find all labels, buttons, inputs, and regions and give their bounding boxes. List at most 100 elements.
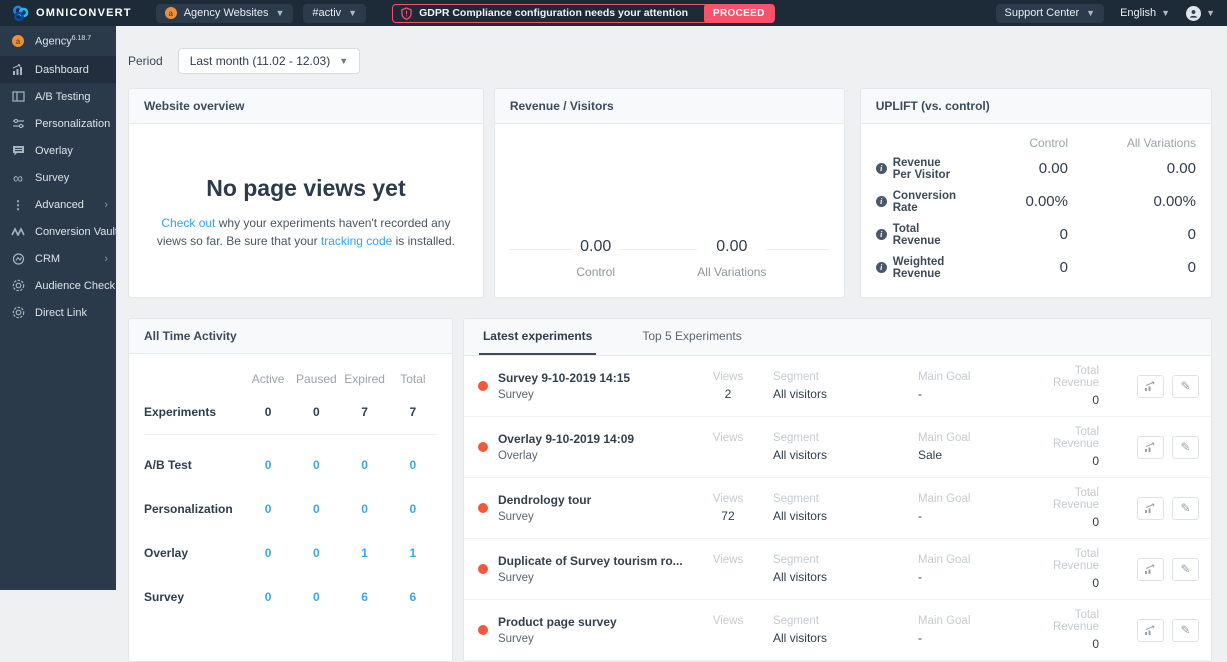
sidebar-item-dashboard[interactable]: Dashboard xyxy=(0,56,116,83)
card-title: UPLIFT (vs. control) xyxy=(861,89,1211,124)
uplift-row: iWeighted Revenue 0 0 xyxy=(876,251,1196,284)
period-select[interactable]: Last month (11.02 - 12.03) ▼ xyxy=(178,48,360,74)
views-value: 72 xyxy=(683,509,773,523)
dashboard-icon xyxy=(10,64,26,76)
views-value xyxy=(683,448,773,462)
info-icon[interactable]: i xyxy=(876,163,887,174)
stats-button[interactable] xyxy=(1137,375,1164,398)
uplift-card: UPLIFT (vs. control) Control All Variati… xyxy=(860,88,1212,298)
sidebar-item-agency[interactable]: a Agency6.18.7 xyxy=(0,26,116,56)
support-center-label: Support Center xyxy=(1005,7,1080,19)
period-row: Period Last month (11.02 - 12.03) ▼ xyxy=(128,48,1212,74)
experiment-title: Duplicate of Survey tourism ro... xyxy=(498,554,683,568)
check-out-link[interactable]: Check out xyxy=(161,216,215,230)
all-time-activity-card: All Time Activity Active Paused Expired … xyxy=(128,318,453,662)
all-variations-label: All Variations xyxy=(697,265,766,279)
views-value: 2 xyxy=(683,387,773,401)
audience-check-icon xyxy=(10,279,26,292)
sidebar-item-label: CRM xyxy=(35,253,60,265)
control-value: 0.00 xyxy=(572,238,619,256)
views-value xyxy=(683,631,773,645)
language-selector[interactable]: English ▼ xyxy=(1120,7,1170,19)
agency-icon: a xyxy=(10,35,26,47)
edit-button[interactable]: ✎ xyxy=(1172,558,1199,581)
tracking-code-link[interactable]: tracking code xyxy=(321,234,392,248)
col-total: Total xyxy=(389,372,437,386)
sidebar-item-conversion-vault[interactable]: Conversion Vault xyxy=(0,218,116,245)
goal-selector-label: #activ xyxy=(312,7,341,19)
chevron-right-icon: › xyxy=(104,253,108,265)
user-menu[interactable]: ▼ xyxy=(1186,6,1215,21)
main-goal-value: Sale xyxy=(918,448,1053,462)
empty-state-title: No page views yet xyxy=(206,175,405,202)
chevron-down-icon: ▼ xyxy=(339,57,348,66)
sidebar-item-label: Audience Check xyxy=(35,280,115,292)
shield-warning-icon xyxy=(401,7,412,20)
edit-button[interactable]: ✎ xyxy=(1172,436,1199,459)
experiment-row[interactable]: Duplicate of Survey tourism ro... Survey… xyxy=(464,539,1211,600)
sidebar-item-audience-check[interactable]: Audience Check xyxy=(0,272,116,299)
stats-button[interactable] xyxy=(1137,558,1164,581)
segment-value: All visitors xyxy=(773,387,918,401)
chart-icon xyxy=(1144,564,1157,575)
experiment-type: Survey xyxy=(498,633,683,645)
control-stat: 0.00 Control xyxy=(572,238,619,279)
stats-button[interactable] xyxy=(1137,497,1164,520)
main-goal-value: - xyxy=(918,631,1053,645)
brand-logo: OMNICONVERT xyxy=(12,5,132,22)
support-center-menu[interactable]: Support Center ▼ xyxy=(996,4,1105,23)
chevron-down-icon: ▼ xyxy=(1086,9,1095,18)
pencil-icon: ✎ xyxy=(1180,379,1190,393)
info-icon[interactable]: i xyxy=(876,196,887,207)
uplift-row: iConversion Rate 0.00% 0.00% xyxy=(876,185,1196,218)
edit-button[interactable]: ✎ xyxy=(1172,497,1199,520)
edit-button[interactable]: ✎ xyxy=(1172,619,1199,642)
sidebar-item-crm[interactable]: CRM › xyxy=(0,245,116,272)
experiments-card: Latest experiments Top 5 Experiments Sur… xyxy=(463,318,1212,662)
status-dot xyxy=(478,442,488,452)
experiment-row[interactable]: Overlay 9-10-2019 14:09 Overlay Views Se… xyxy=(464,417,1211,478)
chevron-down-icon: ▼ xyxy=(1161,9,1170,18)
stats-button[interactable] xyxy=(1137,619,1164,642)
experiment-type: Survey xyxy=(498,572,683,584)
card-title: Website overview xyxy=(129,89,483,124)
survey-icon: ∞ xyxy=(10,170,26,186)
uplift-col-control: Control xyxy=(956,136,1068,150)
proceed-button[interactable]: PROCEED xyxy=(704,4,774,23)
sidebar-item-survey[interactable]: ∞ Survey xyxy=(0,164,116,191)
overlay-icon xyxy=(10,145,26,157)
divider xyxy=(144,434,437,435)
sidebar-item-ab-testing[interactable]: A/B Testing xyxy=(0,83,116,110)
experiment-row[interactable]: Product page survey Survey Views Segment… xyxy=(464,600,1211,661)
total-revenue-value: 0 xyxy=(1053,454,1099,468)
edit-button[interactable]: ✎ xyxy=(1172,375,1199,398)
stats-button[interactable] xyxy=(1137,436,1164,459)
sidebar-item-label: Conversion Vault xyxy=(35,226,118,238)
sidebar-item-label: A/B Testing xyxy=(35,91,90,103)
experiment-title: Product page survey xyxy=(498,615,683,629)
experiment-row[interactable]: Dendrology tour Survey Views72 SegmentAl… xyxy=(464,478,1211,539)
goal-selector[interactable]: #activ ▼ xyxy=(303,4,366,23)
sidebar-item-label: Dashboard xyxy=(35,64,89,76)
sidebar-item-personalization[interactable]: Personalization xyxy=(0,110,116,137)
experiment-row[interactable]: Survey 9-10-2019 14:15 Survey Views2 Seg… xyxy=(464,356,1211,417)
sidebar-item-advanced[interactable]: ⋮ Advanced › xyxy=(0,191,116,218)
info-icon[interactable]: i xyxy=(876,229,887,240)
status-dot xyxy=(478,503,488,513)
tab-top-5-experiments[interactable]: Top 5 Experiments xyxy=(638,319,745,355)
experiment-title: Dendrology tour xyxy=(498,493,683,507)
sidebar-item-label: Personalization xyxy=(35,118,110,130)
website-overview-card: Website overview No page views yet Check… xyxy=(128,88,484,298)
activity-row-overlay: Overlay 0 0 1 1 xyxy=(144,535,437,571)
views-value xyxy=(683,570,773,584)
pencil-icon: ✎ xyxy=(1180,623,1190,637)
sidebar-item-label: Overlay xyxy=(35,145,73,157)
website-selector[interactable]: a Agency Websites ▼ xyxy=(156,4,294,23)
sidebar-item-overlay[interactable]: Overlay xyxy=(0,137,116,164)
total-revenue-value: 0 xyxy=(1053,637,1099,651)
sidebar-item-label: Agency6.18.7 xyxy=(35,35,91,48)
tab-latest-experiments[interactable]: Latest experiments xyxy=(479,319,596,355)
brand-name: OMNICONVERT xyxy=(36,7,132,19)
info-icon[interactable]: i xyxy=(876,262,887,273)
sidebar-item-direct-link[interactable]: Direct Link xyxy=(0,299,116,326)
